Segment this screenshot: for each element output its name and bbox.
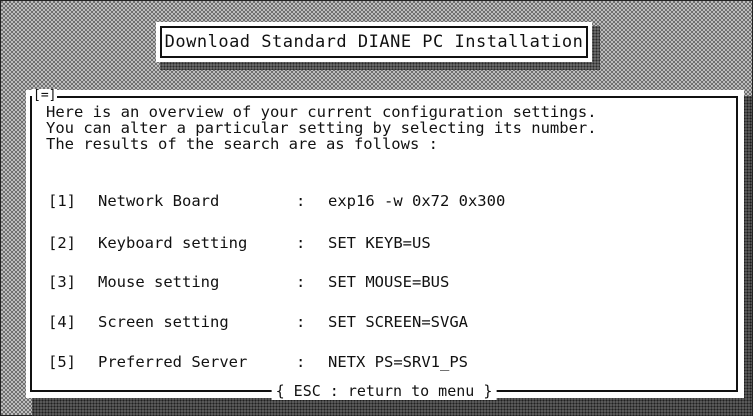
setting-number: [4] [48, 313, 76, 331]
setting-separator: : [296, 273, 306, 291]
setting-name: Mouse setting [98, 273, 220, 291]
setting-number: [2] [48, 234, 76, 252]
setting-separator: : [296, 192, 306, 210]
setting-name: Preferred Server [98, 353, 248, 371]
config-dialog: [=] Here is an overview of your current … [26, 89, 744, 400]
setting-number: [3] [48, 273, 76, 291]
window-title: Download Standard DIANE PC Installation [160, 26, 588, 58]
setting-value: SET SCREEN=SVGA [328, 313, 468, 331]
dialog-frame: [=] Here is an overview of your current … [30, 89, 738, 400]
setting-separator: : [296, 353, 306, 371]
setting-name: Keyboard setting [98, 234, 248, 252]
setting-name: Network Board [98, 192, 220, 210]
setting-number: [1] [48, 192, 76, 210]
setting-value: SET KEYB=US [328, 234, 431, 252]
close-box-button[interactable]: [=] [32, 89, 58, 103]
setting-number: [5] [48, 353, 76, 371]
setting-value: SET MOUSE=BUS [328, 273, 450, 291]
setting-screen[interactable]: [4] Screen setting : SET SCREEN=SVGA [32, 313, 732, 333]
setting-keyboard[interactable]: [2] Keyboard setting : SET KEYB=US [32, 234, 732, 254]
title-box: Download Standard DIANE PC Installation [156, 22, 592, 62]
setting-separator: : [296, 234, 306, 252]
intro-line: The results of the search are as follows… [46, 135, 438, 153]
setting-value: exp16 -w 0x72 0x300 [328, 192, 506, 210]
setting-network-board[interactable]: [1] Network Board : exp16 -w 0x72 0x300 [32, 192, 732, 212]
intro-line: Here is an overview of your current conf… [46, 103, 597, 121]
esc-return-to-menu[interactable]: { ESC : return to menu } [271, 383, 497, 400]
setting-separator: : [296, 313, 306, 331]
setting-value: NETX PS=SRV1_PS [328, 353, 468, 371]
intro-text: Here is an overview of your current conf… [46, 104, 726, 152]
setting-preferred-server[interactable]: [5] Preferred Server : NETX PS=SRV1_PS [32, 353, 732, 373]
intro-line: You can alter a particular setting by se… [46, 119, 597, 137]
setting-name: Screen setting [98, 313, 229, 331]
setting-mouse[interactable]: [3] Mouse setting : SET MOUSE=BUS [32, 273, 732, 293]
